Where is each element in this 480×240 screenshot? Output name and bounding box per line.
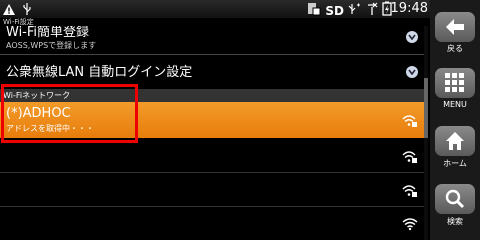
redacted-block	[0, 141, 144, 167]
status-bar: SD 19:48	[0, 0, 480, 18]
wifi-icon	[402, 216, 418, 235]
chevron-down-icon[interactable]	[406, 66, 418, 78]
wifi-secured-icon	[402, 149, 418, 168]
redacted-block	[0, 212, 132, 240]
usb-debug-icon	[348, 1, 362, 20]
back-label: 戻る	[447, 44, 463, 53]
wps-setting-title: Wi-Fi簡単登録	[6, 26, 90, 40]
chevron-down-icon[interactable]	[406, 31, 418, 43]
public-lan-login-title: 公衆無線LAN 自動ログイン設定	[6, 65, 193, 80]
network-row[interactable]	[0, 138, 428, 173]
wps-setting-row[interactable]: Wi-Fi簡単登録 AOSS,WPSで登録します	[0, 26, 428, 55]
sd-card-icon: SD	[325, 3, 344, 18]
back-arrow-icon	[446, 19, 464, 35]
grid-icon	[445, 73, 464, 92]
search-button[interactable]	[435, 184, 475, 214]
menu-button[interactable]	[435, 68, 475, 98]
scrollbar-thumb[interactable]	[424, 78, 428, 138]
search-label: 検索	[447, 217, 463, 226]
wifi-secured-icon	[402, 183, 418, 202]
hardware-nav-bar: 戻る MENU ホーム 検索	[430, 0, 480, 240]
network-row[interactable]	[0, 172, 428, 207]
sim-icon	[307, 1, 321, 20]
wps-setting-subtitle: AOSS,WPSで登録します	[6, 41, 97, 50]
clock: 19:48	[390, 1, 428, 16]
home-button[interactable]	[435, 126, 475, 156]
menu-label: MENU	[443, 100, 467, 109]
highlight-box	[1, 84, 138, 143]
wifi-secured-icon	[402, 113, 418, 132]
home-icon	[446, 132, 464, 150]
back-button[interactable]	[435, 12, 475, 42]
home-label: ホーム	[443, 159, 467, 168]
network-row[interactable]	[0, 206, 428, 240]
search-icon	[445, 189, 465, 209]
redacted-block	[6, 178, 280, 203]
no-signal-icon	[366, 1, 378, 20]
